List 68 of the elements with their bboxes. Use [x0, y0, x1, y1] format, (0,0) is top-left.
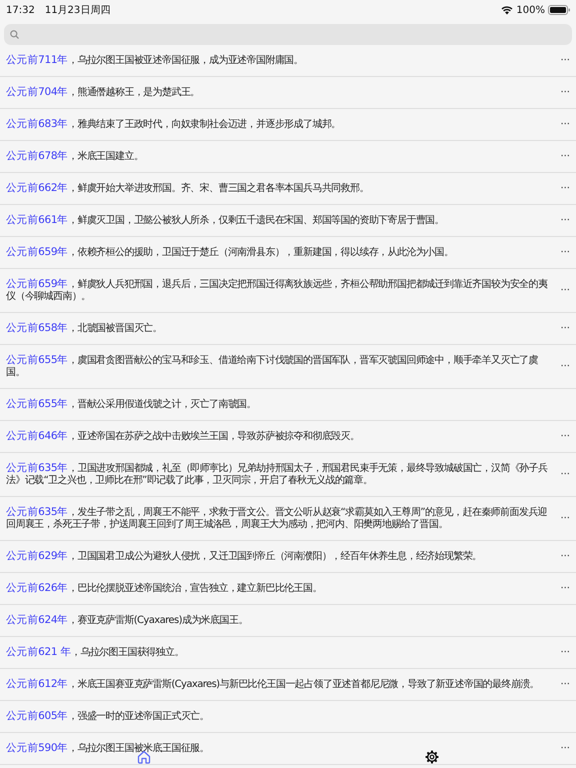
event-text: 公元前662年，鲜虞开始大举进攻邢国。齐、宋、曹三国之君各率本国兵马共同救邢。 [6, 182, 370, 195]
more-button[interactable]: ··· [558, 247, 570, 258]
year-link[interactable]: 公元前683年 [6, 118, 68, 130]
event-text: 公元前711年，乌拉尔图王国被亚述帝国征服，成为亚述帝国附庸国。 [6, 54, 304, 67]
settings-tab[interactable] [423, 748, 441, 766]
battery-percent: 100% [516, 4, 545, 16]
year-link[interactable]: 公元前711年 [6, 54, 68, 66]
status-time: 17:32 [6, 4, 35, 16]
year-link[interactable]: 公元前659年 [6, 278, 68, 290]
event-text: 公元前590年，乌拉尔图王国被米底王国征服。 [6, 742, 210, 755]
event-text: 公元前605年，强盛一时的亚述帝国正式灭亡。 [6, 710, 210, 723]
event-text: 公元前658年，北虢国被晋国灭亡。 [6, 322, 163, 335]
event-text: 公元前678年，米底王国建立。 [6, 150, 144, 163]
more-button[interactable]: ··· [558, 55, 570, 66]
search-icon [10, 30, 19, 39]
more-button[interactable]: ··· [558, 215, 570, 226]
more-button[interactable]: ··· [558, 647, 570, 658]
event-text: 公元前629年，卫国国君卫成公为避狄人侵扰，又迁卫国到帝丘（河南濮阳），经百年休养生息，经济始现繁荣。 [6, 550, 483, 563]
more-button[interactable]: ··· [558, 583, 570, 594]
more-button[interactable]: ··· [558, 119, 570, 130]
more-button[interactable]: ··· [558, 323, 570, 334]
year-link[interactable]: 公元前704年 [6, 86, 68, 98]
year-link[interactable]: 公元前661年 [6, 214, 68, 226]
more-button[interactable]: ··· [558, 361, 570, 372]
year-link[interactable]: 公元前624年 [6, 614, 68, 626]
more-button[interactable]: ··· [558, 551, 570, 562]
more-button[interactable]: ··· [558, 183, 570, 194]
more-button[interactable]: ··· [558, 469, 570, 480]
wifi-icon [501, 6, 514, 14]
event-text: 公元前612年，米底王国赛亚克萨雷斯(Cyaxares)与新巴比伦王国一起占领了亚述首都尼尼微，导致了新亚述帝国的最终崩溃。 [6, 678, 540, 691]
event-text: 公元前661年，鲜虞灭卫国，卫懿公被狄人所杀，仅剩五千遗民在宋国、郑国等国的资助下寄居于曹国。 [6, 214, 445, 227]
year-link[interactable]: 公元前655年 [6, 354, 68, 366]
year-link[interactable]: 公元前590年 [6, 742, 68, 754]
year-link[interactable]: 公元前629年 [6, 550, 68, 562]
event-text: 公元前646年，亚述帝国在苏萨之战中击败埃兰王国，导致苏萨被掠夺和彻底毁灭。 [6, 430, 360, 443]
year-link[interactable]: 公元前635年 [6, 506, 68, 518]
more-button[interactable]: ··· [558, 431, 570, 442]
event-text: 公元前626年，巴比伦摆脱亚述帝国统治，宣告独立，建立新巴比伦王国。 [6, 582, 323, 595]
year-link[interactable]: 公元前626年 [6, 582, 68, 594]
event-text: 公元前635年，发生子带之乱，周襄王不能平，求救于晋文公。晋文公听从赵衰“求霸莫如入王尊周”的意见，赶在秦师前面发兵迎回周襄王，杀死王子带，护送周襄王回到了周王城洛邑，周襄王大为感动，把河内、阳樊两地赐给了晋国。 [6, 506, 548, 531]
status-date: 11月23日周四 [44, 4, 110, 17]
event-text: 公元前624年，赛亚克萨雷斯(Cyaxares)成为米底国王。 [6, 614, 249, 627]
event-text: 公元前655年，虞国君贪图晋献公的宝马和珍玉、借道给南下讨伐虢国的晋国军队，晋军灭虢国回师途中，顺手牵羊又灭亡了虞国。 [6, 354, 539, 379]
year-link[interactable]: 公元前655年 [6, 398, 68, 410]
event-text: 公元前659年，鲜虞狄人兵犯邢国，退兵后，三国决定把邢国迁得离狄族远些，齐桓公帮助邢国把都城迁到靠近齐国较为安全的夷仪（今聊城西南）。 [6, 278, 548, 303]
year-link[interactable]: 公元前646年 [6, 430, 68, 442]
year-link[interactable]: 公元前658年 [6, 322, 68, 334]
more-button[interactable]: ··· [558, 679, 570, 690]
year-link[interactable]: 公元前612年 [6, 678, 68, 690]
more-button[interactable]: ··· [558, 87, 570, 98]
year-link[interactable]: 公元前659年 [6, 246, 68, 258]
year-link[interactable]: 公元前678年 [6, 150, 68, 162]
more-button[interactable]: ··· [558, 151, 570, 162]
more-button[interactable]: ··· [558, 743, 570, 754]
more-button[interactable]: ··· [558, 513, 570, 524]
more-button[interactable]: ··· [558, 285, 570, 296]
year-link[interactable]: 公元前605年 [6, 710, 68, 722]
event-text: 公元前655年，晋献公采用假道伐虢之计，灭亡了南虢国。 [6, 398, 257, 411]
year-link[interactable]: 公元前621 年 [6, 646, 71, 658]
event-text: 公元前635年，卫国进攻邢国都城，礼至（即师寕比）兄弟劫持邢国太子，邢国君民束手无策，最终导致城破国亡，汉简《孙子兵法》记载“卫之兴也，卫师比在邢”即记载了此事，卫灭同宗，开启了春秋无义战的篇章。 [6, 462, 548, 487]
event-text: 公元前704年，熊通僭越称王，是为楚武王。 [6, 86, 201, 99]
search-field[interactable] [4, 24, 572, 45]
year-link[interactable]: 公元前662年 [6, 182, 68, 194]
year-link[interactable]: 公元前635年 [6, 462, 68, 474]
event-text: 公元前621 年，乌拉尔图王国获得独立。 [6, 646, 185, 659]
battery-icon [548, 5, 570, 15]
event-text: 公元前683年，雅典结束了王政时代，向奴隶制社会迈进，并逐步形成了城邦。 [6, 118, 342, 131]
event-text: 公元前659年，依赖齐桓公的援助，卫国迁于楚丘（河南滑县东），重新建国，得以续存，从此沦为小国。 [6, 246, 454, 259]
